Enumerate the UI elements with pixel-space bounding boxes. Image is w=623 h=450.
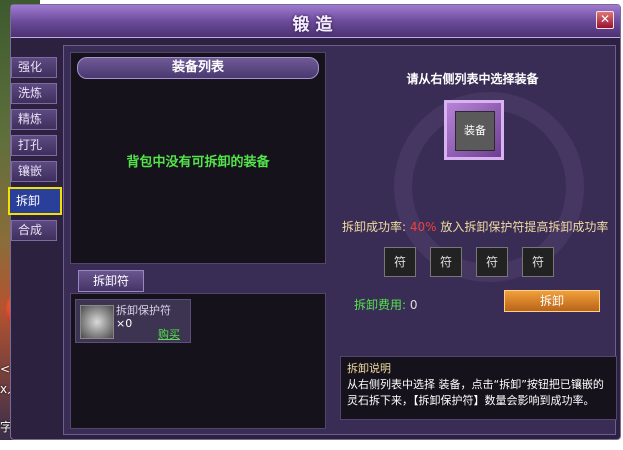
rune-panel: 拆卸保护符 ×0 购买 <box>70 293 326 429</box>
success-rate-label: 拆卸成功率: <box>342 220 407 234</box>
rune-item-count: ×0 <box>116 317 133 330</box>
tab-rune[interactable]: 拆卸符 <box>78 270 144 292</box>
tab-wash[interactable]: 洗炼 <box>11 83 57 104</box>
forge-window: 锻造 ✕ 强化 洗炼 精炼 打孔 镶嵌 拆卸 合成 装备列表 背包中没有可拆卸的… <box>8 4 621 440</box>
window-titlebar[interactable]: 锻造 ✕ <box>11 5 620 38</box>
description-text: 从右侧列表中选择 装备，点击“拆卸”按钮把已镶嵌的灵石拆下来，【拆卸保护符】数量… <box>347 378 604 407</box>
select-hint: 请从右侧列表中选择装备 <box>406 72 539 86</box>
equipment-list-header: 装备列表 <box>77 57 319 79</box>
success-rate-value: 40% <box>409 220 437 234</box>
forge-tabs: 强化 洗炼 精炼 打孔 镶嵌 拆卸 合成 <box>8 57 63 246</box>
rune-slot[interactable]: 符 <box>522 247 554 277</box>
rune-item-name: 拆卸保护符 <box>116 304 171 317</box>
rune-slot[interactable]: 符 <box>384 247 416 277</box>
rune-slot[interactable]: 符 <box>476 247 508 277</box>
tab-punch[interactable]: 打孔 <box>11 135 57 156</box>
description-box: 拆卸说明 从右侧列表中选择 装备，点击“拆卸”按钮把已镶嵌的灵石拆下来，【拆卸保… <box>340 356 617 420</box>
protection-rune-icon <box>80 305 114 339</box>
cost-value: 0 <box>409 298 418 312</box>
dismantle-button[interactable]: 拆卸 <box>504 290 600 312</box>
tab-strengthen[interactable]: 强化 <box>11 57 57 78</box>
success-rate-line: 拆卸成功率: 40% 放入拆卸保护符提高拆卸成功率 <box>342 218 608 235</box>
tab-dismantle[interactable]: 拆卸 <box>8 187 62 215</box>
tab-inlay[interactable]: 镶嵌 <box>11 161 57 182</box>
equipment-slot[interactable]: 装备 <box>455 111 495 151</box>
dismantle-cost: 拆卸费用: 0 <box>354 296 418 313</box>
tab-compose[interactable]: 合成 <box>11 220 57 241</box>
description-title: 拆卸说明 <box>347 362 391 375</box>
forge-main-panel: 装备列表 背包中没有可拆卸的装备 拆卸符 拆卸保护符 ×0 购买 请从右侧列表中… <box>63 45 617 435</box>
close-icon[interactable]: ✕ <box>596 11 614 29</box>
equipment-slot-frame: 装备 <box>444 100 504 160</box>
window-title: 锻造 <box>292 15 339 35</box>
equipment-list-panel: 装备列表 背包中没有可拆卸的装备 <box>70 52 326 264</box>
buy-link[interactable]: 购买 <box>158 326 180 342</box>
success-rate-hint: 放入拆卸保护符提高拆卸成功率 <box>440 220 609 234</box>
cost-label: 拆卸费用: <box>354 298 407 312</box>
empty-list-message: 背包中没有可拆卸的装备 <box>126 155 270 170</box>
rune-slot[interactable]: 符 <box>430 247 462 277</box>
rune-item-card[interactable]: 拆卸保护符 ×0 购买 <box>75 299 191 343</box>
tab-refine[interactable]: 精炼 <box>11 109 57 130</box>
